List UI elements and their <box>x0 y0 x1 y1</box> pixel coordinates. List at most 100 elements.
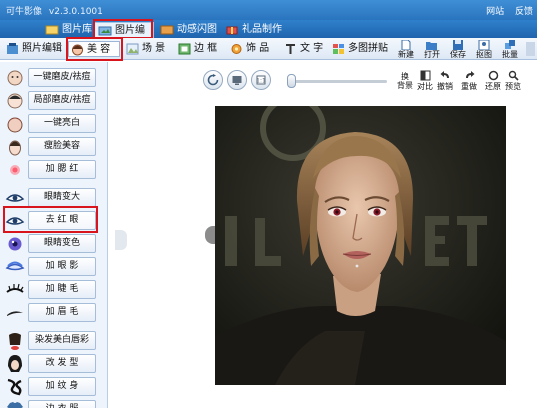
actual-size-icon: 1:1 <box>256 75 266 85</box>
tool-beauty[interactable]: 美 容 <box>68 41 120 57</box>
eyelash-icon <box>6 283 24 293</box>
tool-text[interactable]: 文 字 <box>282 41 328 57</box>
tool-text-label: 文 字 <box>300 43 324 54</box>
accessory-icon <box>231 44 242 54</box>
tab-gift[interactable]: 礼品制作 <box>222 22 282 38</box>
batch-label: 批量 <box>502 50 518 59</box>
undo-button[interactable]: 撤销 <box>435 70 455 94</box>
scene-icon <box>126 43 139 55</box>
tool-collage[interactable]: 多图拼贴 <box>330 41 388 57</box>
tool-collage-label: 多图拼贴 <box>348 43 388 54</box>
zoom-slider-knob[interactable] <box>287 74 296 88</box>
redo-button[interactable]: 重做 <box>459 70 479 94</box>
cutout-button[interactable]: 抠图 <box>470 39 498 59</box>
restore-icon <box>488 70 498 81</box>
effect-eye-shadow: 加 眼 影 <box>0 255 108 279</box>
clothes-icon <box>7 402 23 408</box>
fit-screen-button[interactable] <box>227 70 247 90</box>
hairstyle-button[interactable]: 改 发 型 <box>28 354 96 373</box>
website-link[interactable]: 网站 <box>486 7 504 17</box>
tattoo-icon <box>7 378 22 396</box>
tool-photo-edit[interactable]: 照片编辑 <box>4 41 64 57</box>
undo-label: 撤销 <box>437 82 453 91</box>
eye-color-button[interactable]: 眼睛变色 <box>28 234 96 253</box>
compare-label: 对比 <box>417 82 433 91</box>
eyelash-button[interactable]: 加 睫 毛 <box>28 280 96 299</box>
tab-animated-label: 动感闪图 <box>177 24 217 35</box>
whiten-button[interactable]: 一键亮白 <box>28 114 96 133</box>
enlarge-eye-button[interactable]: 眼睛变大 <box>28 188 96 207</box>
effect-clothes: 边 衣 服 <box>0 398 108 408</box>
rotate-button[interactable] <box>203 70 223 90</box>
red-eye-button[interactable]: 去 红 眼 <box>28 211 96 230</box>
open-label: 打开 <box>424 50 440 59</box>
compare-icon <box>420 70 430 81</box>
zoom-slider-track[interactable] <box>287 80 387 83</box>
app-version: v2.3.0.1001 <box>48 7 103 17</box>
tool-accessory-label: 饰 品 <box>246 43 270 54</box>
slim-face-icon <box>9 140 21 156</box>
compare-button[interactable]: 对比 <box>415 70 435 94</box>
animated-icon <box>160 25 174 35</box>
main-tab-bar: 图片库 图片编辑 动感闪图 礼品制作 <box>0 20 537 52</box>
tool-scene[interactable]: 场 景 <box>124 41 168 57</box>
text-icon <box>286 44 295 54</box>
more-tools-stub[interactable] <box>526 42 535 56</box>
collapse-panel-handle[interactable] <box>115 230 127 250</box>
view-toolbar: 1:1 换 背景 对比 撤销 重做 还原 预览 <box>197 66 537 94</box>
tool-frame[interactable]: 边 框 <box>176 41 220 57</box>
redo-icon <box>465 71 474 78</box>
actual-size-button[interactable]: 1:1 <box>251 70 271 90</box>
tab-animated[interactable]: 动感闪图 <box>157 22 217 38</box>
open-button[interactable]: 打开 <box>418 39 446 59</box>
hairstyle-icon <box>8 355 22 372</box>
eyebrow-icon <box>7 311 23 316</box>
effect-eyelash: 加 睫 毛 <box>0 278 108 302</box>
undo-icon <box>440 71 449 78</box>
tool-accessory[interactable]: 饰 品 <box>228 41 274 57</box>
tool-photo-edit-label: 照片编辑 <box>22 43 62 54</box>
beauty-face-icon <box>72 44 83 56</box>
tab-image-edit[interactable]: 图片编辑 <box>94 22 154 52</box>
hair-dye-button[interactable]: 染发美白唇彩 <box>28 331 96 350</box>
eyebrow-button[interactable]: 加 眉 毛 <box>28 303 96 322</box>
blush-icon <box>10 165 20 175</box>
background-label: 换 背景 <box>397 72 413 90</box>
canvas-area: 1:1 换 背景 对比 撤销 重做 还原 预览 <box>109 62 537 408</box>
edited-photo[interactable] <box>215 106 506 385</box>
partial-smooth-button[interactable]: 局部磨皮/祛痘 <box>28 91 96 110</box>
save-label: 保存 <box>450 50 466 59</box>
save-icon <box>453 40 463 50</box>
slim-face-button[interactable]: 瘦脸美容 <box>28 137 96 156</box>
restore-button[interactable]: 还原 <box>483 70 503 94</box>
feedback-link[interactable]: 反馈 <box>515 7 533 17</box>
partial-smooth-icon <box>7 93 23 109</box>
eye-shadow-button[interactable]: 加 眼 影 <box>28 257 96 276</box>
preview-label: 预览 <box>505 82 521 91</box>
preview-button[interactable]: 预览 <box>503 70 523 94</box>
red-eye-icon <box>5 217 25 225</box>
tab-gallery-label: 图片库 <box>62 24 92 35</box>
save-button[interactable]: 保存 <box>444 39 472 59</box>
new-button[interactable]: 新建 <box>392 39 420 59</box>
effects-panel: 一键磨皮/祛痘 局部磨皮/祛痘 一键亮白 瘦脸美容 加 腮 红 眼睛变大 去 红… <box>0 62 108 408</box>
tab-gallery[interactable]: 图片库 <box>42 22 98 38</box>
batch-button[interactable]: 批量 <box>496 39 524 59</box>
tattoo-button[interactable]: 加 纹 身 <box>28 377 96 396</box>
smooth-skin-icon <box>7 70 23 86</box>
effect-red-eye: 去 红 眼 <box>0 209 108 233</box>
effect-partial-smooth: 局部磨皮/祛痘 <box>0 89 108 113</box>
photo-edit-icon <box>7 43 18 54</box>
image-edit-icon <box>98 26 112 36</box>
effect-enlarge-eye: 眼睛变大 <box>0 186 108 210</box>
fit-screen-icon <box>232 76 242 85</box>
collage-icon <box>333 44 344 54</box>
clothes-button[interactable]: 边 衣 服 <box>28 400 96 408</box>
smooth-skin-button[interactable]: 一键磨皮/祛痘 <box>28 68 96 87</box>
new-label: 新建 <box>398 50 414 59</box>
enlarge-eye-icon <box>5 194 25 202</box>
blush-button[interactable]: 加 腮 红 <box>28 160 96 179</box>
svg-text:1:1: 1:1 <box>256 78 266 85</box>
gift-icon <box>226 26 238 35</box>
background-button[interactable]: 换 背景 <box>395 70 415 94</box>
